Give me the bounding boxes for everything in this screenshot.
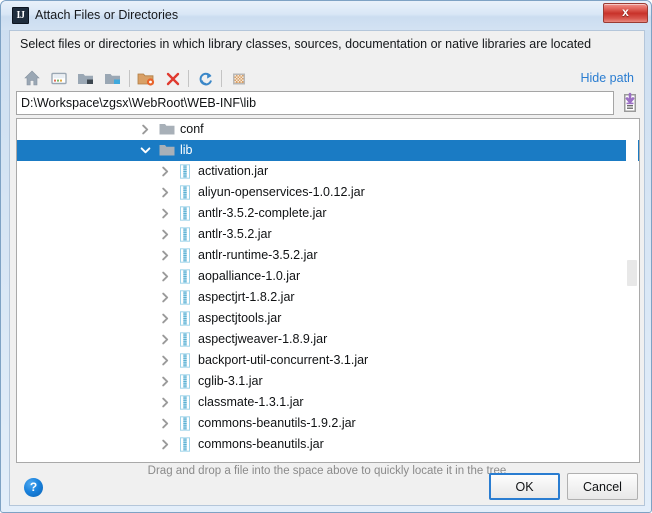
jar-icon xyxy=(177,416,193,431)
dialog-prompt: Select files or directories in which lib… xyxy=(20,37,592,51)
toolbar-separator-2 xyxy=(188,70,189,87)
tree-row[interactable]: classmate-1.3.1.jar xyxy=(17,392,639,413)
tree-row-label: commons-beanutils-1.9.2.jar xyxy=(198,416,356,430)
tree-row[interactable]: antlr-3.5.2.jar xyxy=(17,224,639,245)
path-input[interactable] xyxy=(16,91,614,115)
tree-row[interactable]: aopalliance-1.0.jar xyxy=(17,266,639,287)
tree-row[interactable]: conf xyxy=(17,119,639,140)
toolbar: Hide path xyxy=(16,65,640,92)
chevron-right-icon[interactable] xyxy=(159,417,172,430)
tree-vertical-scrollbar[interactable] xyxy=(626,120,638,461)
tree-row-label: cglib-3.1.jar xyxy=(198,374,263,388)
tree-row-label: conf xyxy=(180,122,204,136)
tree-row-label: aspectjtools.jar xyxy=(198,311,282,325)
file-tree[interactable]: conf lib activation.jar aliyun-openservices… xyxy=(16,118,640,463)
chevron-right-icon[interactable] xyxy=(159,312,172,325)
tree-row-label: antlr-3.5.2.jar xyxy=(198,227,272,241)
tree-row[interactable]: aspectjweaver-1.8.9.jar xyxy=(17,329,639,350)
new-folder-icon[interactable] xyxy=(134,67,158,90)
intellij-idea-icon: IJ xyxy=(12,7,29,24)
chevron-right-icon[interactable] xyxy=(139,123,152,136)
ok-button[interactable]: OK xyxy=(489,473,560,500)
chevron-right-icon[interactable] xyxy=(159,333,172,346)
title-bar: IJ Attach Files or Directories x xyxy=(1,1,651,30)
jar-icon xyxy=(177,164,193,179)
jar-icon xyxy=(177,269,193,284)
chevron-right-icon[interactable] xyxy=(159,354,172,367)
chevron-down-icon[interactable] xyxy=(139,144,152,157)
desktop-icon[interactable] xyxy=(47,67,71,90)
tree-row[interactable]: activation.jar xyxy=(17,161,639,182)
tree-row-label: aliyun-openservices-1.0.12.jar xyxy=(198,185,365,199)
dialog-content: Select files or directories in which lib… xyxy=(9,30,645,512)
file-tree-rows: conf lib activation.jar aliyun-openservices… xyxy=(17,119,639,455)
tree-row[interactable]: aspectjrt-1.8.2.jar xyxy=(17,287,639,308)
jar-icon xyxy=(177,311,193,326)
tree-row-label: commons-beanutils.jar xyxy=(198,437,324,451)
tree-row[interactable]: commons-beanutils.jar xyxy=(17,434,639,455)
chevron-right-icon[interactable] xyxy=(159,396,172,409)
jar-icon xyxy=(177,374,193,389)
home-icon[interactable] xyxy=(20,67,44,90)
jar-icon xyxy=(177,248,193,263)
jar-icon xyxy=(177,353,193,368)
tree-row-label: aopalliance-1.0.jar xyxy=(198,269,301,283)
dialog-window: IJ Attach Files or Directories x Select … xyxy=(0,0,652,513)
help-button[interactable]: ? xyxy=(24,478,43,497)
folder-icon xyxy=(159,122,175,137)
chevron-right-icon[interactable] xyxy=(159,207,172,220)
jar-icon xyxy=(177,185,193,200)
watermark: https://blog.csdn.net/zhao5587717 xyxy=(355,509,615,512)
window-title: Attach Files or Directories xyxy=(35,8,179,22)
tree-row-label: antlr-runtime-3.5.2.jar xyxy=(198,248,318,262)
chevron-right-icon[interactable] xyxy=(159,186,172,199)
jar-icon xyxy=(177,206,193,221)
chevron-right-icon[interactable] xyxy=(159,249,172,262)
tree-row[interactable]: commons-beanutils-1.9.2.jar xyxy=(17,413,639,434)
jar-icon xyxy=(177,437,193,452)
tree-row-label: activation.jar xyxy=(198,164,269,178)
tree-row-label: backport-util-concurrent-3.1.jar xyxy=(198,353,369,367)
chevron-right-icon[interactable] xyxy=(159,438,172,451)
jar-icon xyxy=(177,290,193,305)
jar-icon xyxy=(177,332,193,347)
project-folder-icon[interactable] xyxy=(74,67,98,90)
tree-row-label: lib xyxy=(180,143,193,157)
chevron-right-icon[interactable] xyxy=(159,375,172,388)
module-folder-icon[interactable] xyxy=(101,67,125,90)
folder-icon xyxy=(159,143,175,158)
tree-row-label: antlr-3.5.2-complete.jar xyxy=(198,206,327,220)
paste-from-clipboard-icon[interactable] xyxy=(620,91,640,115)
close-button[interactable]: x xyxy=(603,3,648,23)
chevron-right-icon[interactable] xyxy=(159,270,172,283)
chevron-right-icon[interactable] xyxy=(159,291,172,304)
toolbar-separator-1 xyxy=(129,70,130,87)
chevron-right-icon[interactable] xyxy=(159,165,172,178)
jar-icon xyxy=(177,227,193,242)
tree-row[interactable]: lib xyxy=(17,140,639,161)
jar-icon xyxy=(177,395,193,410)
toolbar-separator-3 xyxy=(221,70,222,87)
tree-scrollbar-thumb[interactable] xyxy=(627,260,637,286)
tree-row[interactable]: aliyun-openservices-1.0.12.jar xyxy=(17,182,639,203)
cancel-button[interactable]: Cancel xyxy=(567,473,638,500)
show-hidden-files-icon[interactable] xyxy=(227,67,251,90)
tree-row[interactable]: aspectjtools.jar xyxy=(17,308,639,329)
tree-row[interactable]: antlr-3.5.2-complete.jar xyxy=(17,203,639,224)
tree-row[interactable]: antlr-runtime-3.5.2.jar xyxy=(17,245,639,266)
tree-row-label: aspectjweaver-1.8.9.jar xyxy=(198,332,328,346)
chevron-right-icon[interactable] xyxy=(159,228,172,241)
delete-icon[interactable] xyxy=(161,67,185,90)
hide-path-link[interactable]: Hide path xyxy=(580,71,634,85)
path-row xyxy=(16,91,640,116)
refresh-icon[interactable] xyxy=(194,67,218,90)
close-icon: x xyxy=(622,5,629,19)
tree-row[interactable]: backport-util-concurrent-3.1.jar xyxy=(17,350,639,371)
tree-row-label: aspectjrt-1.8.2.jar xyxy=(198,290,295,304)
tree-row-label: classmate-1.3.1.jar xyxy=(198,395,304,409)
tree-row[interactable]: cglib-3.1.jar xyxy=(17,371,639,392)
